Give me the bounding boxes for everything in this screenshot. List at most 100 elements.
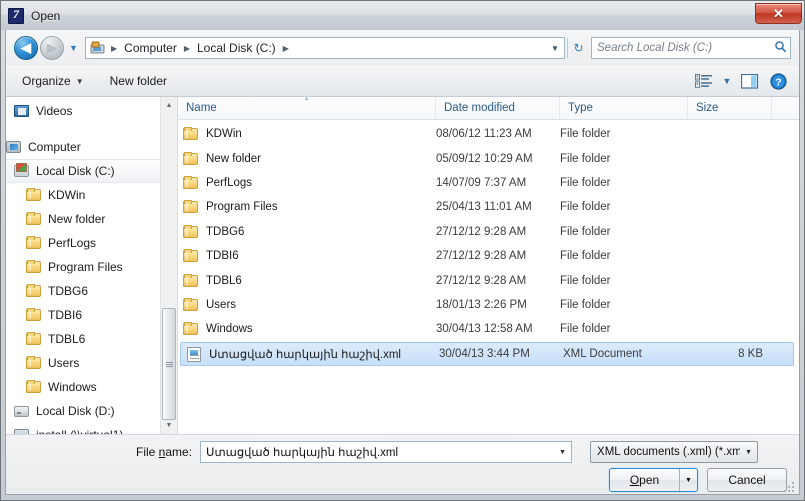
table-row[interactable]: TDBG6 27/12/12 9:28 AM File folder [178, 220, 799, 244]
file-type-filter-combobox[interactable]: XML documents (.xml) (*.xml) ▼ [590, 441, 759, 463]
sidebar-item-kdwin[interactable]: KDWin [6, 183, 160, 207]
title-bar: Open ✕ [1, 1, 804, 30]
scroll-up-arrow-icon[interactable]: ▲ [161, 97, 177, 114]
search-icon[interactable] [770, 40, 790, 56]
table-row[interactable]: Program Files 25/04/13 11:01 AM File folde… [178, 195, 799, 219]
sidebar-item-windows[interactable]: Windows [6, 375, 160, 399]
view-dropdown-icon[interactable]: ▼ [719, 70, 735, 92]
folder-icon [26, 355, 43, 371]
sidebar-item-perflogs[interactable]: PerfLogs [6, 231, 160, 255]
folder-icon [26, 331, 43, 347]
preview-pane-icon[interactable] [737, 70, 763, 92]
folder-icon [183, 248, 200, 264]
file-date-cell: 25/04/13 11:01 AM [436, 201, 532, 214]
computer-icon [6, 139, 23, 155]
filename-combobox[interactable]: ▼ [200, 441, 573, 463]
sidebar-item-label: PerfLogs [48, 236, 97, 250]
folder-icon [26, 187, 43, 203]
file-type-filter-value: XML documents (.xml) (*.xml) [597, 446, 741, 458]
filter-dropdown-icon[interactable]: ▼ [740, 442, 757, 462]
folder-icon [26, 307, 43, 323]
column-header-size[interactable]: Size [688, 97, 772, 120]
folder-icon [26, 211, 43, 227]
sidebar-item-users[interactable]: Users [6, 351, 160, 375]
sidebar-item-videos[interactable]: Videos [6, 99, 160, 123]
breadcrumb-dropdown-icon[interactable]: ▼ [546, 44, 564, 53]
open-file-dialog-window: Open ✕ ◀ ▶ ▼ ▶ Computer ▶ Local Disk (C:… [0, 0, 805, 501]
resize-grip-icon[interactable] [784, 480, 796, 492]
cancel-button[interactable]: Cancel [707, 468, 787, 492]
table-row[interactable]: New folder 05/09/12 10:29 AM File folder [178, 146, 799, 170]
column-header-filler [772, 97, 799, 120]
search-input[interactable] [592, 41, 770, 55]
open-button[interactable]: Open [610, 469, 680, 491]
breadcrumb-local-disk-c[interactable]: Local Disk (C:) [195, 41, 278, 55]
column-header-date-modified[interactable]: Date modified [436, 97, 560, 120]
sidebar-scrollbar-thumb[interactable] [162, 308, 176, 420]
filename-dropdown-icon[interactable]: ▼ [554, 442, 571, 462]
file-list-pane: Name Date modified Type Size KDWin 08/06/… [178, 97, 799, 434]
local-disk-c-icon [14, 163, 31, 179]
table-row[interactable]: PerfLogs 14/07/09 7:37 AM File folder [178, 171, 799, 195]
sidebar-item-computer[interactable]: Computer [6, 135, 160, 159]
file-type-cell: File folder [560, 176, 611, 189]
column-header-type[interactable]: Type [560, 97, 688, 120]
breadcrumb-separator: ▶ [183, 43, 190, 53]
file-list: KDWin 08/06/12 11:23 AM File folder New fol… [178, 120, 799, 434]
column-header-row: Name Date modified Type Size [178, 97, 799, 120]
sidebar-item-label: Users [48, 356, 80, 370]
sidebar-item-tdbl6[interactable]: TDBL6 [6, 327, 160, 351]
videos-folder-icon [14, 103, 31, 119]
file-name-cell: Program Files [178, 199, 436, 215]
help-icon[interactable]: ? [765, 70, 791, 92]
sidebar-item-new-folder[interactable]: New folder [6, 207, 160, 231]
open-dropdown-icon[interactable]: ▼ [680, 469, 697, 491]
table-row[interactable]: TDBI6 27/12/12 9:28 AM File folder [178, 244, 799, 268]
chevron-down-icon[interactable]: ▼ [67, 43, 80, 53]
breadcrumb-computer[interactable]: Computer [122, 41, 179, 55]
sidebar-item-label: TDBI6 [48, 308, 83, 322]
sidebar-item-local-disk-c[interactable]: Local Disk (C:) [6, 159, 160, 183]
sidebar-item-label: KDWin [48, 188, 86, 202]
folder-icon [183, 224, 200, 240]
chevron-down-glyph: ▼ [722, 76, 732, 86]
file-name-cell: KDWin [178, 126, 436, 142]
scroll-down-arrow-icon[interactable]: ▼ [161, 417, 177, 434]
table-row[interactable]: Users 18/01/13 2:26 PM File folder [178, 293, 799, 317]
back-arrow-icon[interactable]: ◀ [14, 36, 38, 60]
sidebar-item-tdbg6[interactable]: TDBG6 [6, 279, 160, 303]
folder-icon [26, 259, 43, 275]
open-split-button[interactable]: Open ▼ [609, 468, 698, 492]
table-row[interactable]: KDWin 08/06/12 11:23 AM File folder [178, 122, 799, 146]
table-row[interactable]: Windows 30/04/13 12:58 AM File folder [178, 317, 799, 341]
folder-icon [183, 175, 200, 191]
breadcrumb-separator: ▶ [111, 43, 118, 53]
sidebar-item-label: Windows [48, 380, 97, 394]
search-box[interactable] [591, 37, 791, 59]
file-date-cell: 05/09/12 10:29 AM [436, 152, 533, 165]
close-button[interactable]: ✕ [755, 3, 802, 24]
file-date-cell: 18/01/13 2:26 PM [436, 298, 527, 311]
sidebar-item-program-files[interactable]: Program Files [6, 255, 160, 279]
sidebar-item-install-virtual1[interactable]: install (\\virtual1) [6, 423, 160, 434]
organize-button[interactable]: Organize ▼ [14, 71, 92, 91]
folder-tree: Videos Computer Local Disk (C:) KDWin New fo… [6, 97, 160, 434]
column-header-name[interactable]: Name [178, 97, 436, 120]
sidebar-item-tdbi6[interactable]: TDBI6 [6, 303, 160, 327]
file-name-label: TDBL6 [206, 274, 242, 287]
new-folder-button[interactable]: New folder [102, 71, 175, 91]
table-row[interactable]: TDBL6 27/12/12 9:28 AM File folder [178, 268, 799, 292]
address-bar: ◀ ▶ ▼ ▶ Computer ▶ Local Disk (C:) ▶ ▼ ↻… [6, 30, 799, 66]
folder-icon [183, 321, 200, 337]
view-list-icon[interactable] [691, 70, 717, 92]
refresh-icon[interactable]: ↻ [567, 38, 589, 58]
sidebar-item-label: Local Disk (C:) [36, 164, 115, 178]
file-name-label: TDBG6 [206, 225, 245, 238]
breadcrumb[interactable]: ▶ Computer ▶ Local Disk (C:) ▶ ▼ [85, 37, 565, 59]
table-row[interactable]: Ստացված հարկային հաշիվ.xml 30/04/13 3:44 … [180, 341, 794, 366]
sidebar-item-label: TDBG6 [48, 284, 89, 298]
filename-input[interactable] [201, 445, 555, 459]
sidebar-item-local-disk-d[interactable]: Local Disk (D:) [6, 399, 160, 423]
sidebar-scrollbar[interactable]: ▲ ▼ [160, 97, 177, 434]
